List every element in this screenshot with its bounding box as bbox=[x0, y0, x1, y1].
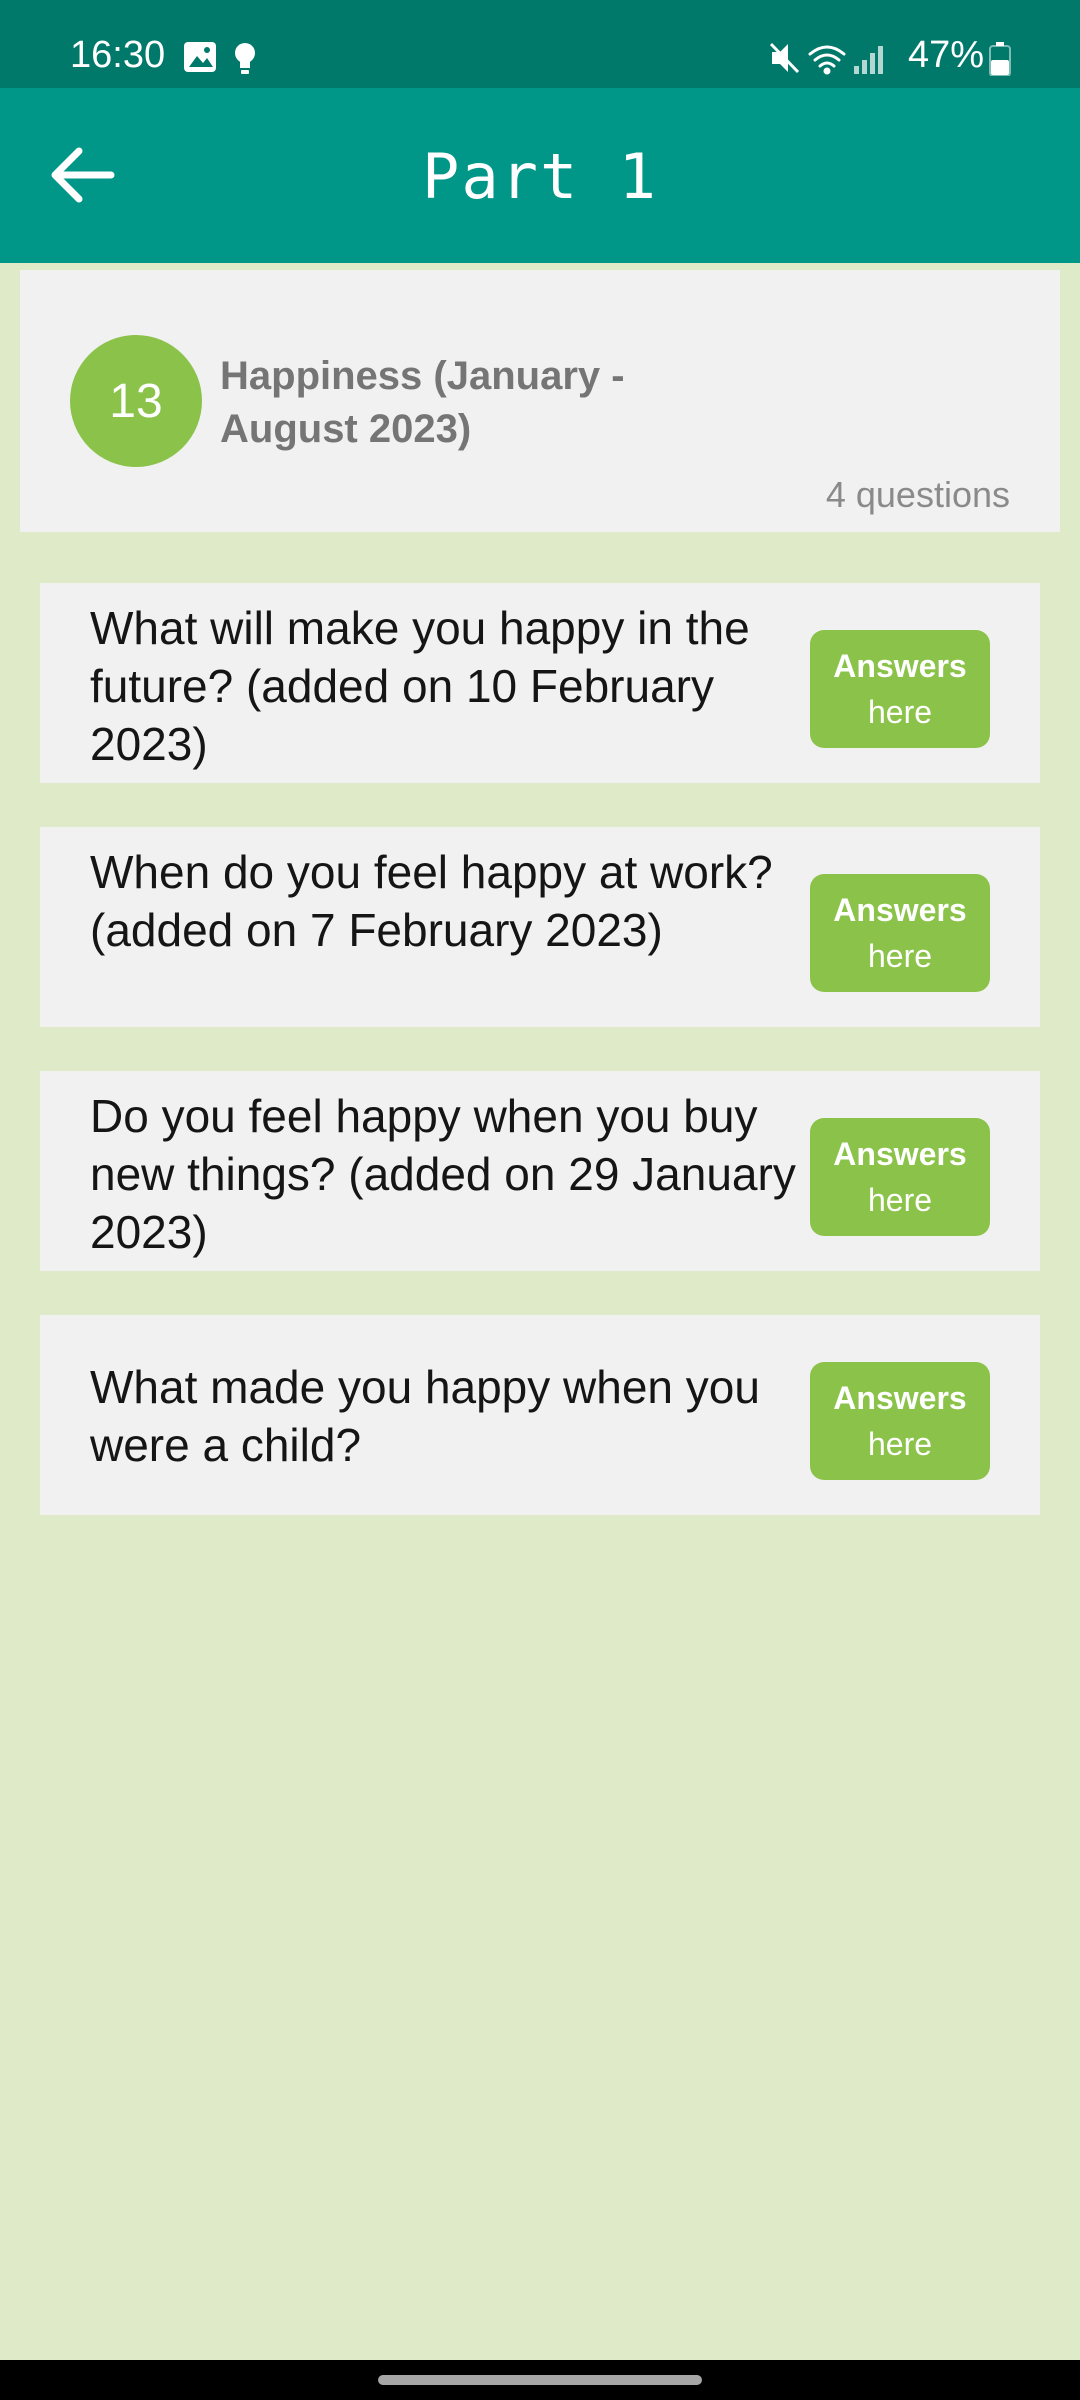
question-card: What made you happy when you were a chil… bbox=[40, 1315, 1040, 1515]
answers-button-sublabel: here bbox=[867, 938, 933, 974]
answers-button-label: Answers bbox=[833, 1380, 967, 1416]
battery-percent: 47% bbox=[908, 34, 985, 76]
answers-button-label: Answers bbox=[833, 892, 967, 928]
question-text: What made you happy when you were a chil… bbox=[90, 1361, 760, 1471]
question-card: What will make you happy in the future? … bbox=[40, 583, 1040, 783]
status-time: 16:30 bbox=[70, 34, 166, 76]
home-indicator[interactable] bbox=[378, 2375, 702, 2385]
status-bar: 16:30 47% bbox=[0, 0, 1080, 88]
wifi-icon bbox=[808, 45, 846, 75]
answers-button[interactable]: Answers here bbox=[810, 1118, 990, 1236]
navigation-bar bbox=[0, 2360, 1080, 2400]
answers-button-label: Answers bbox=[833, 648, 967, 684]
answers-button-sublabel: here bbox=[867, 1426, 933, 1462]
answers-button[interactable]: Answers here bbox=[810, 1362, 990, 1480]
question-count: 4 questions bbox=[825, 474, 1010, 515]
question-text: Do you feel happy when you buy new thing… bbox=[90, 1090, 796, 1258]
answers-button-sublabel: here bbox=[867, 694, 933, 730]
section-header-card: 13 Happiness (January - August 2023) 4 q… bbox=[20, 270, 1060, 532]
status-right-icons bbox=[768, 38, 903, 83]
signal-icon bbox=[854, 46, 883, 74]
battery-icon bbox=[988, 42, 1012, 81]
question-card: When do you feel happy at work? (added o… bbox=[40, 827, 1040, 1027]
answers-button-sublabel: here bbox=[867, 1182, 933, 1218]
image-icon bbox=[184, 42, 216, 72]
question-text: What will make you happy in the future? … bbox=[90, 602, 750, 770]
section-title: Happiness (January - August 2023) bbox=[220, 354, 625, 451]
page-title: Part 1 bbox=[422, 140, 658, 213]
lightbulb-icon bbox=[235, 43, 255, 74]
question-card: Do you feel happy when you buy new thing… bbox=[40, 1071, 1040, 1271]
status-left-icons bbox=[182, 40, 262, 81]
section-number-badge: 13 bbox=[70, 335, 202, 467]
answers-button[interactable]: Answers here bbox=[810, 630, 990, 748]
mute-icon bbox=[769, 42, 800, 74]
app-bar: Part 1 bbox=[0, 88, 1080, 263]
answers-button-label: Answers bbox=[833, 1136, 967, 1172]
question-text: When do you feel happy at work? (added o… bbox=[90, 846, 773, 956]
answers-button[interactable]: Answers here bbox=[810, 874, 990, 992]
